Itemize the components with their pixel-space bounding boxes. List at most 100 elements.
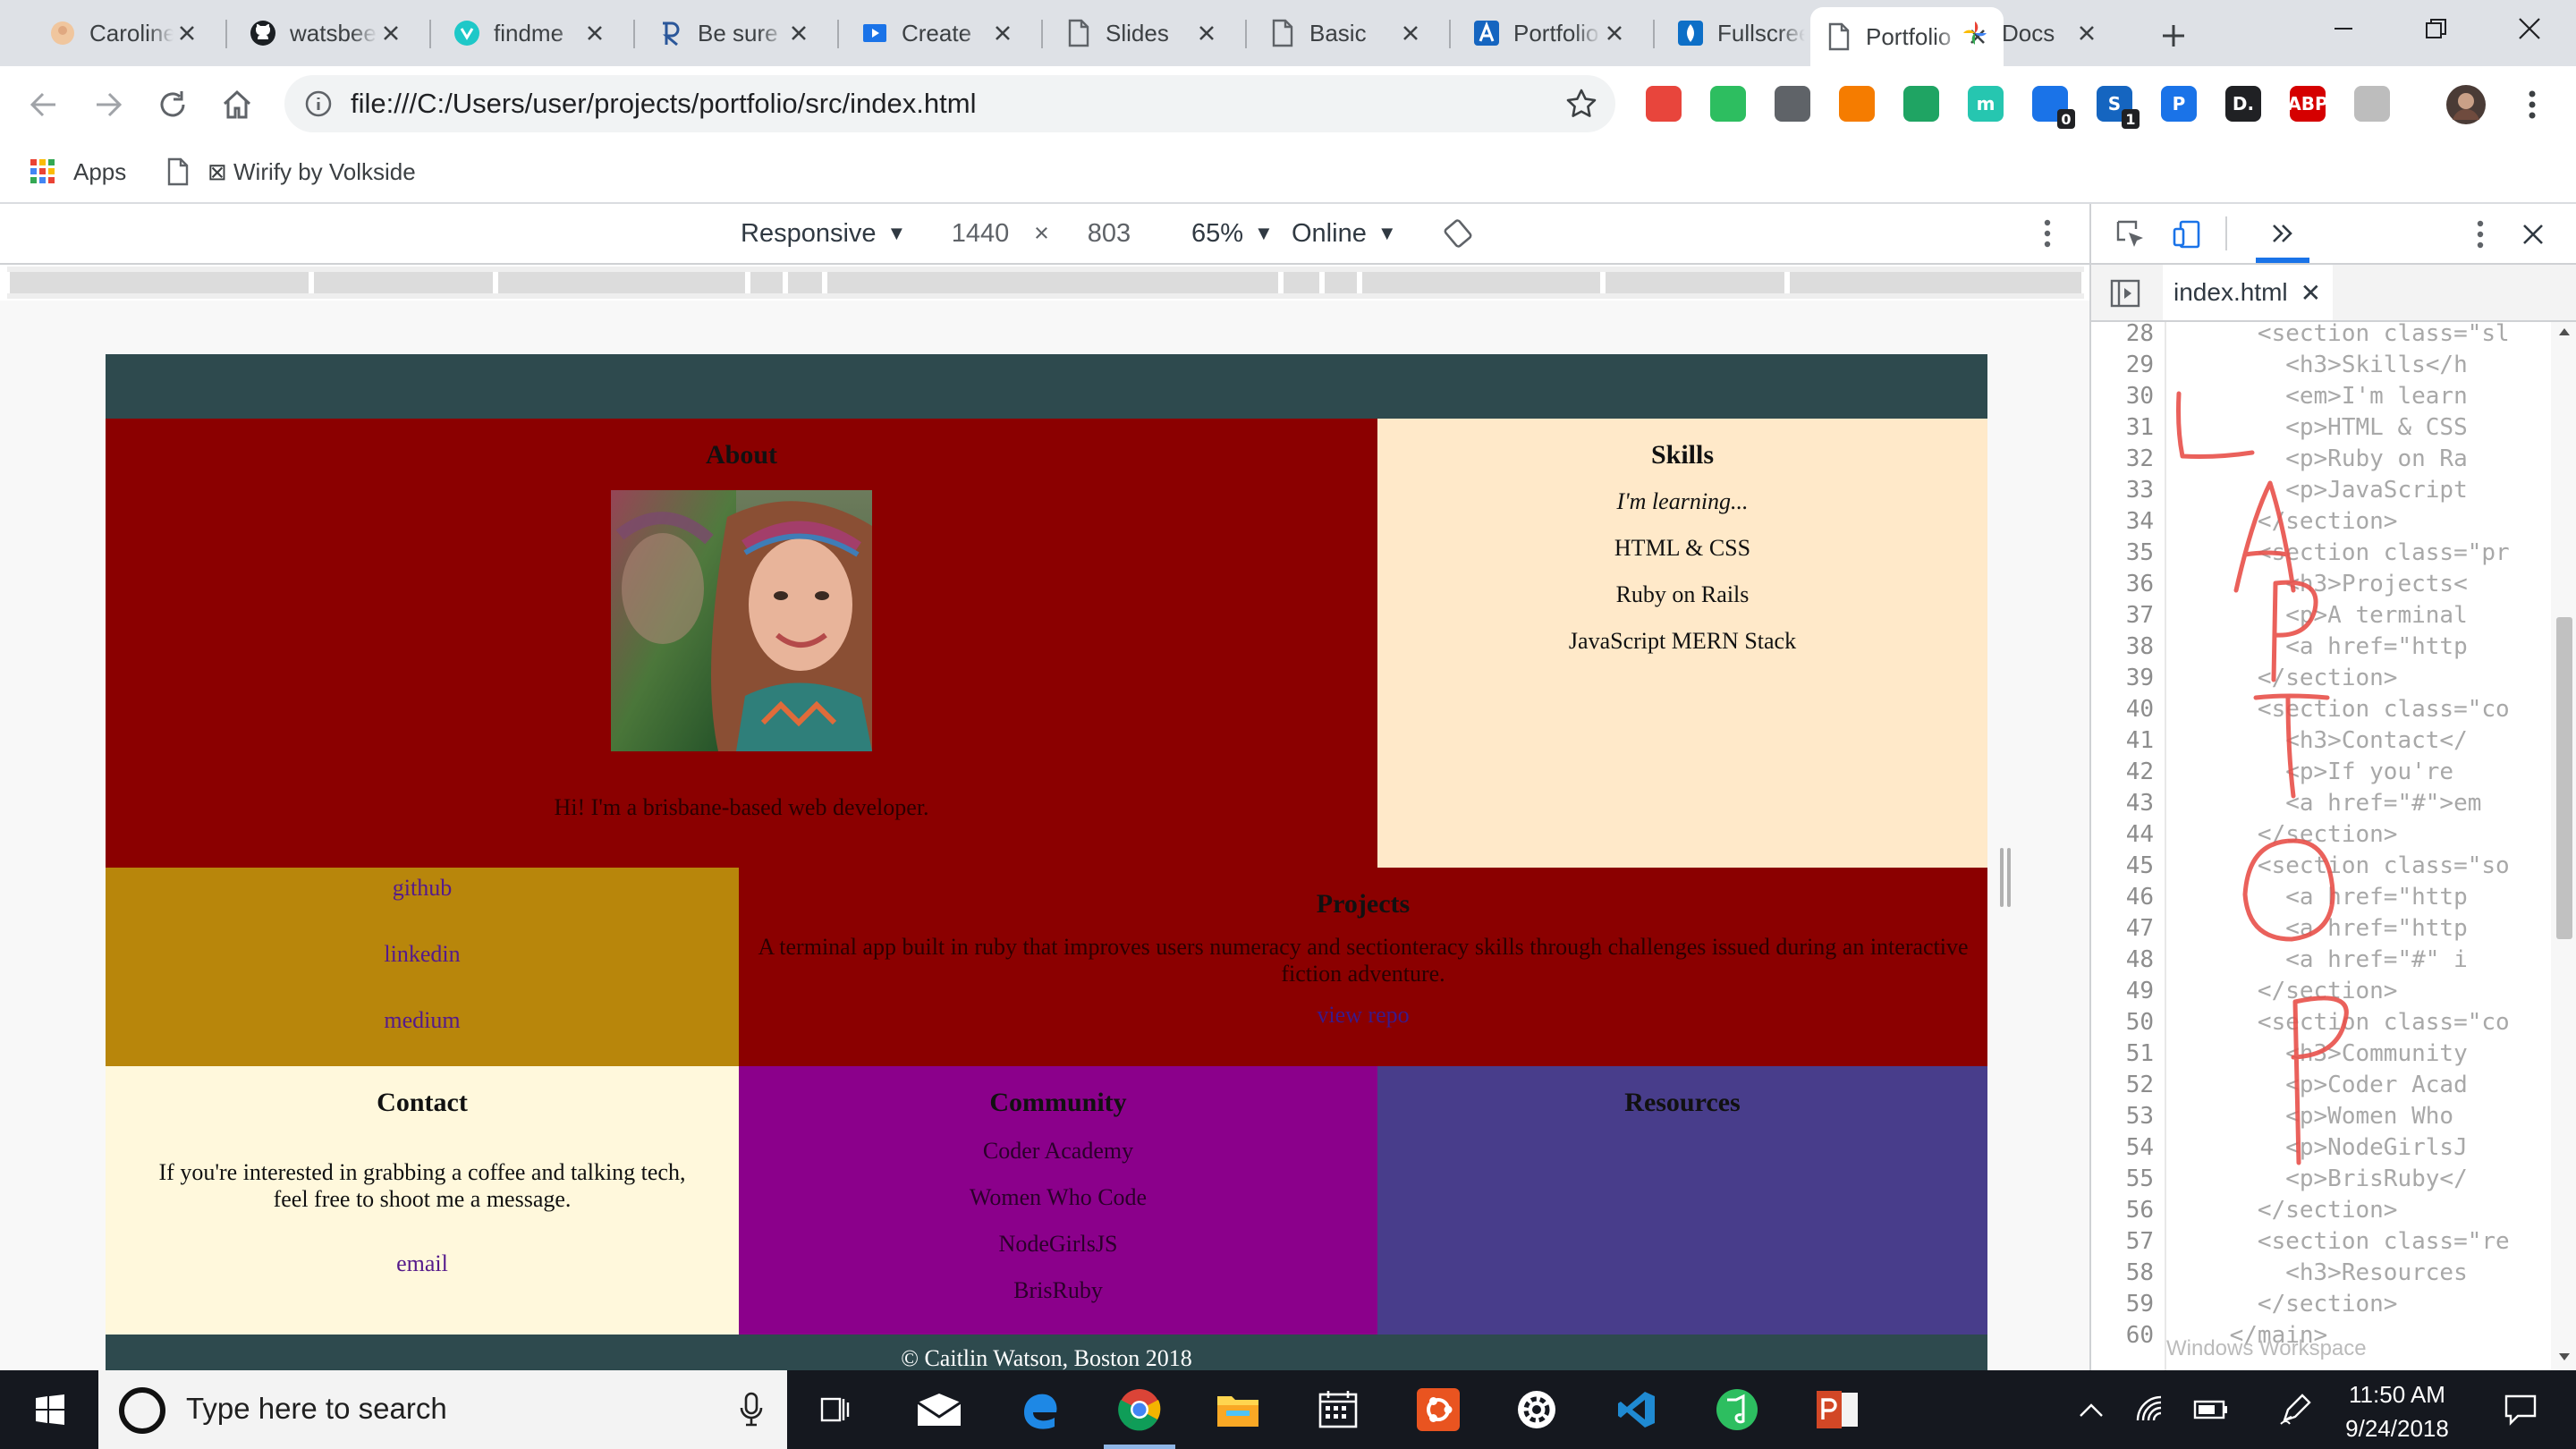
close-tab-icon[interactable] bbox=[785, 20, 812, 47]
powerpoint-taskbar-button[interactable] bbox=[1792, 1370, 1882, 1449]
media-query-bar[interactable] bbox=[7, 267, 2084, 299]
browser-tab[interactable]: Caroline bbox=[34, 7, 213, 59]
browser-tab[interactable]: Create bbox=[846, 7, 1029, 59]
close-tab-icon[interactable] bbox=[581, 20, 608, 47]
linkedin-link[interactable]: linkedin bbox=[106, 941, 739, 968]
close-tab-icon[interactable] bbox=[2073, 20, 2100, 47]
settings-app-taskbar-button[interactable] bbox=[1492, 1370, 1581, 1449]
browser-tab[interactable]: findme bbox=[438, 7, 621, 59]
rotate-button[interactable] bbox=[1442, 204, 1474, 263]
close-window-button[interactable] bbox=[2485, 0, 2574, 57]
pocket-icon[interactable] bbox=[1775, 86, 1810, 122]
browser-tab[interactable]: Portfolio bbox=[1458, 7, 1640, 59]
d-icon[interactable]: D. bbox=[2225, 86, 2261, 122]
address-bar[interactable]: file:///C:/Users/user/projects/portfolio… bbox=[284, 75, 1615, 132]
close-tab-icon[interactable] bbox=[377, 20, 404, 47]
home-button[interactable] bbox=[215, 82, 259, 127]
reload-button[interactable] bbox=[150, 82, 195, 127]
network-button[interactable] bbox=[2127, 1370, 2177, 1449]
media-query-segment[interactable] bbox=[1787, 272, 2084, 293]
chrome-menu-button[interactable] bbox=[2510, 82, 2555, 127]
media-query-segment[interactable] bbox=[1322, 272, 1360, 293]
file-tab-index-html[interactable]: index.html ✕ bbox=[2163, 265, 2333, 320]
media-query-segment[interactable] bbox=[496, 272, 748, 293]
viewport-width-input[interactable]: 1440 bbox=[918, 213, 1043, 254]
device-toolbar-menu-button[interactable] bbox=[2043, 204, 2052, 263]
microphone-icon[interactable] bbox=[739, 1392, 764, 1428]
drive-grey-icon[interactable] bbox=[2354, 86, 2390, 122]
edge-taskbar-button[interactable] bbox=[995, 1370, 1084, 1449]
ubuntu-taskbar-button[interactable] bbox=[1394, 1370, 1483, 1449]
stack-icon[interactable] bbox=[1646, 86, 1682, 122]
taskbar-search-box[interactable]: Type here to search bbox=[98, 1370, 787, 1449]
scroll-up-arrow-icon[interactable] bbox=[2558, 327, 2571, 336]
flame-icon[interactable] bbox=[1839, 86, 1875, 122]
scroll-down-arrow-icon[interactable] bbox=[2558, 1352, 2571, 1361]
inspect-element-button[interactable] bbox=[2113, 216, 2148, 252]
taskbar-clock[interactable]: 11:50 AM 9/24/2018 bbox=[2326, 1377, 2469, 1445]
abp-icon[interactable]: ABP bbox=[2287, 86, 2328, 122]
browser-tab[interactable]: Be sure bbox=[642, 7, 825, 59]
media-query-segment[interactable] bbox=[1603, 272, 1787, 293]
editor-scrollbar[interactable] bbox=[2551, 322, 2576, 1370]
restore-button[interactable] bbox=[2392, 0, 2481, 57]
profile-avatar[interactable] bbox=[2442, 80, 2490, 129]
zoom-dropdown[interactable]: 65% ▼ bbox=[1191, 204, 1274, 263]
responsive-dropdown[interactable]: Responsive ▼ bbox=[741, 204, 906, 263]
more-panels-button[interactable] bbox=[2256, 213, 2309, 254]
toggle-navigator-button[interactable] bbox=[2107, 275, 2143, 311]
media-query-segment[interactable] bbox=[748, 272, 785, 293]
chrome-taskbar-button[interactable] bbox=[1095, 1370, 1184, 1449]
bookmark-wirify[interactable]: ⊠ Wirify by Volkside bbox=[166, 152, 416, 191]
file-explorer-taskbar-button[interactable] bbox=[1193, 1370, 1283, 1449]
viewport-resize-handle[interactable] bbox=[2000, 848, 2014, 907]
mail-taskbar-button[interactable] bbox=[894, 1370, 984, 1449]
media-query-segment[interactable] bbox=[1360, 272, 1603, 293]
calendar-taskbar-button[interactable] bbox=[1293, 1370, 1383, 1449]
start-button[interactable] bbox=[5, 1370, 95, 1449]
minimize-button[interactable] bbox=[2299, 0, 2388, 57]
address-text[interactable]: file:///C:/Users/user/projects/portfolio… bbox=[351, 88, 976, 120]
network-throttle-dropdown[interactable]: Online ▼ bbox=[1292, 204, 1397, 263]
close-tab-icon[interactable] bbox=[174, 20, 200, 47]
close-file-tab-icon[interactable]: ✕ bbox=[2301, 278, 2321, 308]
close-devtools-button[interactable] bbox=[2515, 216, 2551, 252]
browser-tab[interactable]: watsbeen bbox=[234, 7, 417, 59]
media-query-segment[interactable] bbox=[825, 272, 1281, 293]
scrollbar-thumb[interactable] bbox=[2556, 617, 2572, 939]
media-query-segment[interactable] bbox=[1281, 272, 1322, 293]
drive-icon[interactable] bbox=[1903, 86, 1939, 122]
email-link[interactable]: email bbox=[106, 1250, 739, 1277]
skype-icon[interactable]: S1 bbox=[2097, 86, 2140, 129]
media-query-segment[interactable] bbox=[785, 272, 825, 293]
browser-tab[interactable]: Docs bbox=[1946, 7, 2113, 59]
media-query-segment[interactable] bbox=[7, 272, 311, 293]
task-view-taskbar-button[interactable] bbox=[791, 1370, 880, 1449]
evernote-icon[interactable] bbox=[1710, 86, 1746, 122]
show-hidden-icons-button[interactable] bbox=[2070, 1370, 2113, 1449]
close-tab-icon[interactable] bbox=[989, 20, 1016, 47]
forward-button[interactable] bbox=[86, 82, 131, 127]
browser-tab[interactable]: Basic bbox=[1254, 7, 1436, 59]
viewport-height-input[interactable]: 803 bbox=[1046, 213, 1172, 254]
close-tab-icon[interactable] bbox=[1397, 20, 1424, 47]
github-link[interactable]: github bbox=[106, 875, 739, 902]
medium-link[interactable]: medium bbox=[106, 1007, 739, 1034]
info-icon[interactable] bbox=[304, 89, 333, 118]
p-icon[interactable]: P bbox=[2161, 86, 2197, 122]
bookmark-apps[interactable]: Apps bbox=[29, 152, 126, 191]
source-code-editor[interactable]: 28 <section class="sl 29 <h3>Skills</h 30 … bbox=[2091, 322, 2576, 1370]
browser-tab[interactable]: Slides bbox=[1050, 7, 1233, 59]
action-center-button[interactable] bbox=[2487, 1370, 2555, 1449]
pen-workspace-button[interactable] bbox=[2270, 1370, 2320, 1449]
devtools-menu-button[interactable] bbox=[2467, 216, 2494, 252]
media-query-segment[interactable] bbox=[311, 272, 496, 293]
new-tab-button[interactable] bbox=[2152, 14, 2195, 57]
close-tab-icon[interactable] bbox=[1601, 20, 1628, 47]
close-tab-icon[interactable] bbox=[1193, 20, 1220, 47]
device-toolbar-toggle[interactable] bbox=[2170, 216, 2206, 252]
view-repo-link[interactable]: view repo bbox=[739, 1002, 1987, 1029]
robot-icon[interactable]: 0 bbox=[2032, 86, 2075, 129]
vscode-taskbar-button[interactable] bbox=[1592, 1370, 1682, 1449]
evernote-app-taskbar-button[interactable] bbox=[1692, 1370, 1782, 1449]
